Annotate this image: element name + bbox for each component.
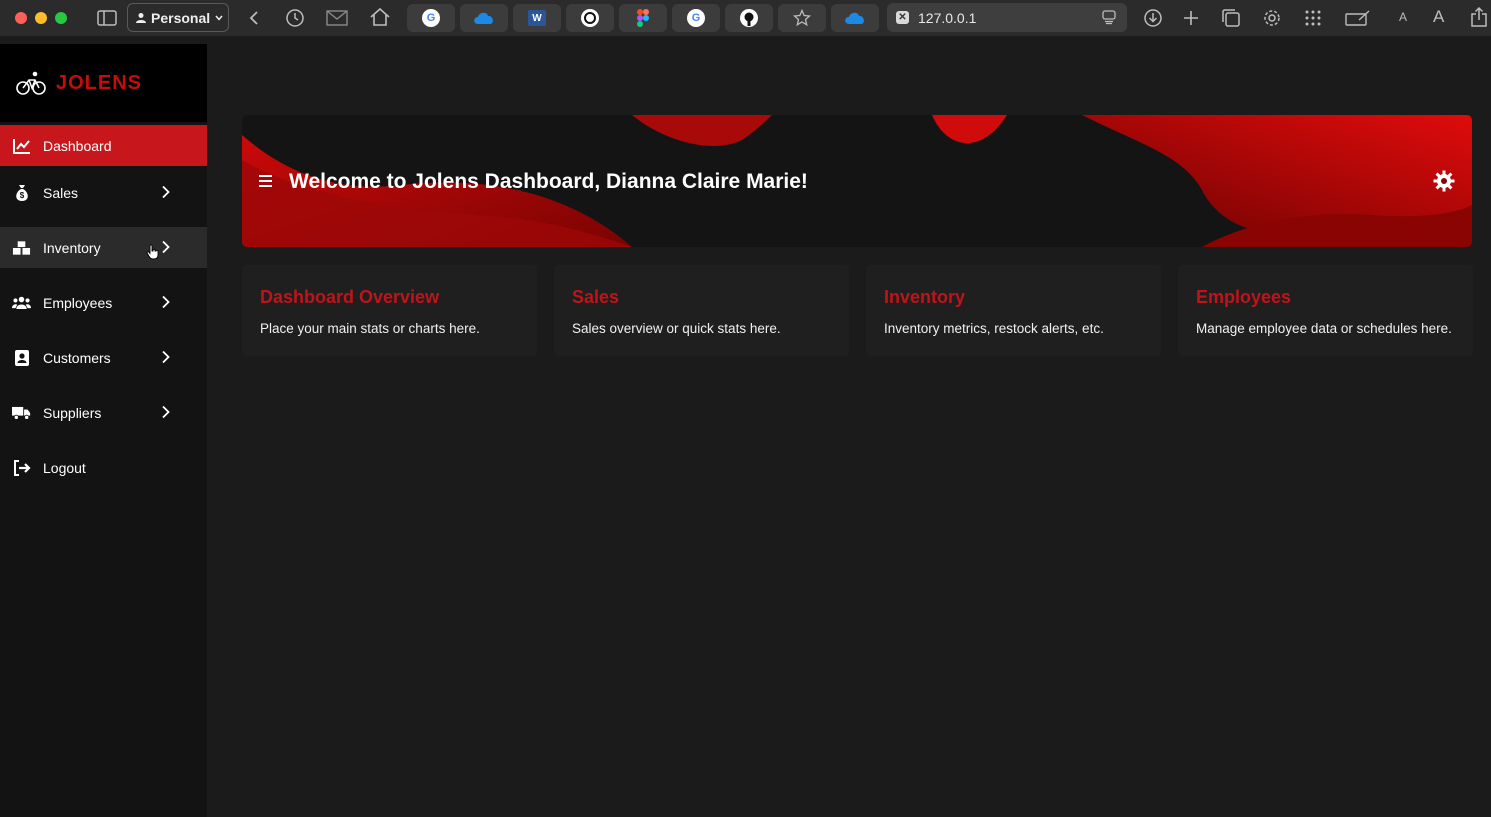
boxes-icon — [12, 239, 31, 257]
bookmark-github[interactable] — [725, 4, 773, 32]
chevron-right-icon — [162, 295, 170, 309]
reader-mode-icon[interactable] — [1101, 9, 1117, 25]
card-description: Manage employee data or schedules here. — [1196, 321, 1452, 336]
bookmark-star[interactable] — [778, 4, 826, 32]
sidebar-item-label: Customers — [43, 349, 111, 366]
brand-name: JOLENS — [56, 71, 143, 94]
sidebar-nav: Dashboard $ Sales Inventory Employees Cu… — [0, 125, 207, 488]
contact-card-icon — [12, 349, 31, 367]
apps-grid-icon[interactable] — [1301, 6, 1325, 30]
download-icon[interactable] — [1141, 6, 1165, 30]
google-icon: G — [422, 9, 440, 27]
sidebar-item-dashboard[interactable]: Dashboard — [0, 125, 207, 166]
bookmark-chatgpt[interactable] — [566, 4, 614, 32]
figma-icon — [637, 9, 649, 27]
browser-toolbar: Personal G W G ✕ 127.0.0.1 A A — [0, 0, 1491, 36]
card-employees[interactable]: Employees Manage employee data or schedu… — [1178, 265, 1473, 356]
chevron-right-icon — [162, 240, 170, 254]
sidebar-item-label: Dashboard — [43, 137, 112, 154]
chevron-down-icon — [215, 15, 223, 21]
sidebar-item-customers[interactable]: Customers — [0, 337, 207, 378]
zoom-window-button[interactable] — [55, 12, 67, 24]
chevron-right-icon — [162, 405, 170, 419]
bookmark-figma[interactable] — [619, 4, 667, 32]
welcome-banner: Welcome to Jolens Dashboard, Dianna Clai… — [242, 115, 1472, 247]
sidebar-item-label: Logout — [43, 459, 86, 476]
hamburger-menu-icon[interactable] — [259, 175, 272, 187]
new-tab-icon[interactable] — [1179, 6, 1203, 30]
sidebar-item-suppliers[interactable]: Suppliers — [0, 392, 207, 433]
card-inventory[interactable]: Inventory Inventory metrics, restock ale… — [866, 265, 1161, 356]
card-description: Sales overview or quick stats here. — [572, 321, 781, 336]
google-icon: G — [687, 9, 705, 27]
brand[interactable]: JOLENS — [0, 44, 207, 122]
sidebar-item-logout[interactable]: Logout — [0, 447, 207, 488]
share-icon[interactable] — [1467, 5, 1491, 29]
card-dashboard-overview[interactable]: Dashboard Overview Place your main stats… — [242, 265, 537, 356]
card-sales[interactable]: Sales Sales overview or quick stats here… — [554, 265, 849, 356]
sidebar-item-label: Suppliers — [43, 404, 102, 421]
logout-icon — [12, 459, 31, 477]
address-bar[interactable]: ✕ 127.0.0.1 — [887, 3, 1127, 32]
minimize-window-button[interactable] — [35, 12, 47, 24]
truck-icon — [12, 404, 31, 422]
annotate-icon[interactable] — [1344, 6, 1372, 30]
card-title: Sales — [572, 287, 620, 307]
sidebar: JOLENS Dashboard $ Sales Inventory Emplo… — [0, 44, 207, 817]
close-window-button[interactable] — [15, 12, 27, 24]
chart-line-icon — [12, 137, 31, 155]
cyclist-logo-icon — [16, 71, 46, 95]
users-icon — [12, 294, 31, 312]
money-bag-icon: $ — [12, 184, 31, 202]
bookmark-google-2[interactable]: G — [672, 4, 720, 32]
window-controls — [15, 12, 67, 24]
welcome-title: Welcome to Jolens Dashboard, Dianna Clai… — [289, 170, 808, 193]
profile-label: Personal — [151, 9, 211, 26]
cloud-icon — [474, 12, 493, 24]
sidebar-toggle-icon[interactable] — [95, 6, 119, 30]
chevron-right-icon — [162, 185, 170, 199]
bookmark-word[interactable]: W — [513, 4, 561, 32]
sidebar-item-label: Sales — [43, 184, 79, 201]
mail-icon[interactable] — [325, 6, 349, 30]
svg-text:$: $ — [19, 191, 24, 200]
bookmark-onedrive-2[interactable] — [831, 4, 879, 32]
gear-icon[interactable] — [1433, 170, 1455, 192]
sidebar-item-inventory[interactable]: Inventory — [0, 227, 207, 268]
card-title: Employees — [1196, 287, 1292, 307]
bookmark-onedrive[interactable] — [460, 4, 508, 32]
site-favicon-icon: ✕ — [896, 11, 909, 24]
star-icon — [793, 9, 811, 27]
openai-icon — [581, 9, 599, 27]
font-decrease-button[interactable]: A — [1399, 10, 1407, 24]
github-icon — [740, 9, 758, 27]
settings-icon[interactable] — [1260, 6, 1284, 30]
back-icon[interactable] — [242, 6, 266, 30]
profile-button[interactable]: Personal — [127, 3, 229, 32]
font-increase-button[interactable]: A — [1433, 7, 1444, 27]
url-text: 127.0.0.1 — [918, 9, 977, 26]
sidebar-item-label: Employees — [43, 294, 113, 311]
sidebar-item-employees[interactable]: Employees — [0, 282, 207, 323]
person-icon — [136, 12, 146, 23]
card-title: Dashboard Overview — [260, 287, 440, 307]
chevron-right-icon — [162, 350, 170, 364]
home-icon[interactable] — [368, 5, 392, 29]
hand-pointer-cursor-icon — [146, 244, 159, 260]
sidebar-item-sales[interactable]: $ Sales — [0, 172, 207, 213]
history-icon[interactable] — [283, 6, 307, 30]
card-description: Inventory metrics, restock alerts, etc. — [884, 321, 1104, 336]
tab-overview-icon[interactable] — [1219, 6, 1243, 30]
bookmark-google[interactable]: G — [407, 4, 455, 32]
sidebar-item-label: Inventory — [43, 239, 101, 256]
card-description: Place your main stats or charts here. — [260, 321, 480, 336]
card-title: Inventory — [884, 287, 966, 307]
cloud-icon — [845, 12, 864, 24]
word-icon: W — [528, 10, 546, 26]
